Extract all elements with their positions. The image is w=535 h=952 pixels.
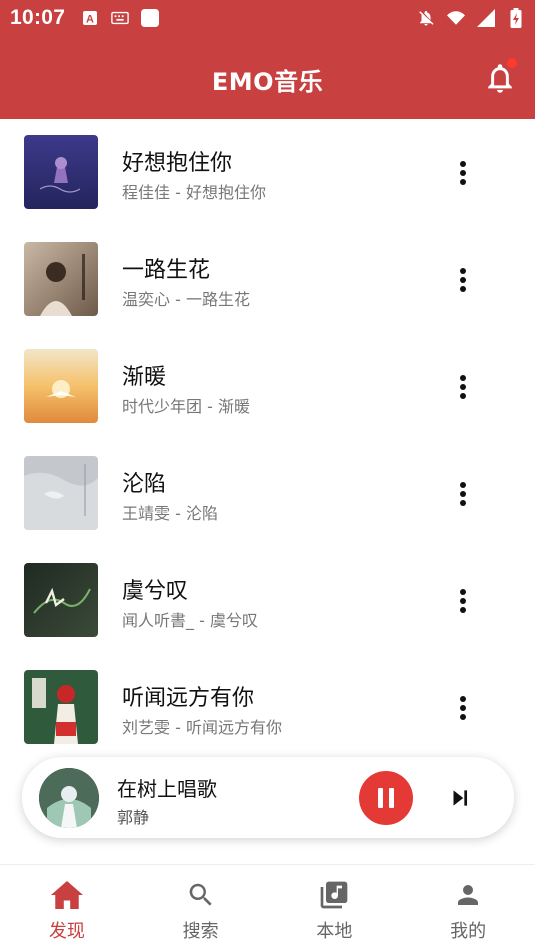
song-row[interactable]: 好想抱住你 程佳佳 - 好想抱住你	[0, 119, 535, 226]
search-icon	[185, 879, 217, 911]
keyboard-icon	[111, 9, 129, 27]
notification-badge	[507, 58, 517, 68]
nav-label: 本地	[316, 921, 353, 942]
skip-next-icon	[453, 790, 468, 806]
song-subtitle: 闻人听書_ - 虞兮叹	[122, 611, 258, 630]
more-options-button[interactable]	[449, 692, 477, 724]
nav-mine[interactable]: 我的	[401, 865, 535, 952]
now-playing-cover	[39, 768, 99, 828]
more-vert-icon	[460, 589, 466, 613]
nav-local[interactable]: 本地	[268, 865, 402, 952]
song-subtitle: 时代少年团 - 渐暖	[122, 397, 250, 416]
notifications-off-icon	[417, 9, 435, 27]
svg-text:A: A	[86, 14, 94, 26]
home-icon	[50, 879, 83, 911]
song-title: 虞兮叹	[122, 579, 189, 604]
more-options-button[interactable]	[449, 264, 477, 296]
song-subtitle: 程佳佳 - 好想抱住你	[122, 183, 266, 202]
more-options-button[interactable]	[449, 585, 477, 617]
nav-label: 搜索	[182, 921, 219, 942]
album-cover	[24, 670, 98, 744]
pause-button[interactable]	[359, 771, 413, 825]
song-row[interactable]: 听闻远方有你 刘艺雯 - 听闻远方有你	[0, 654, 535, 761]
mini-player[interactable]: 在树上唱歌 郭静	[22, 757, 514, 838]
album-cover	[24, 242, 98, 316]
status-time: 10:07	[10, 6, 66, 29]
more-options-button[interactable]	[449, 157, 477, 189]
more-options-button[interactable]	[449, 371, 477, 403]
song-title: 渐暖	[122, 365, 167, 390]
pause-icon	[378, 788, 394, 808]
song-list: 好想抱住你 程佳佳 - 好想抱住你 一路生花 温奕心 - 一路生花 渐暖 时代少…	[0, 119, 535, 761]
album-cover	[24, 349, 98, 423]
song-title: 一路生花	[122, 258, 211, 283]
nav-label: 我的	[450, 921, 487, 942]
song-subtitle: 刘艺雯 - 听闻远方有你	[122, 718, 282, 737]
wifi-icon	[447, 9, 465, 27]
nav-label: 发现	[48, 921, 85, 942]
song-subtitle: 王靖雯 - 沦陷	[122, 504, 218, 523]
more-vert-icon	[460, 161, 466, 185]
song-title: 听闻远方有你	[122, 686, 255, 711]
song-row[interactable]: 虞兮叹 闻人听書_ - 虞兮叹	[0, 547, 535, 654]
song-row[interactable]: 沦陷 王靖雯 - 沦陷	[0, 440, 535, 547]
song-title: 沦陷	[122, 472, 167, 497]
signal-icon	[477, 9, 495, 27]
music-library-icon	[318, 879, 350, 911]
notification-bell-button[interactable]	[485, 58, 517, 94]
app-bar: EMO音乐	[0, 36, 535, 119]
now-playing-title: 在树上唱歌	[117, 777, 217, 801]
album-cover	[24, 456, 98, 530]
nav-search[interactable]: 搜索	[134, 865, 268, 952]
skip-next-button[interactable]	[447, 785, 473, 811]
nav-discover[interactable]: 发现	[0, 865, 134, 952]
now-playing-artist: 郭静	[117, 808, 150, 827]
notification-square-icon	[141, 9, 160, 27]
keyboard-a-icon: A	[81, 9, 99, 27]
song-row[interactable]: 一路生花 温奕心 - 一路生花	[0, 226, 535, 333]
album-cover	[24, 563, 98, 637]
person-icon	[452, 879, 484, 911]
more-options-button[interactable]	[449, 478, 477, 510]
album-cover	[24, 135, 98, 209]
more-vert-icon	[460, 268, 466, 292]
song-subtitle: 温奕心 - 一路生花	[122, 290, 250, 309]
song-row[interactable]: 渐暖 时代少年团 - 渐暖	[0, 333, 535, 440]
battery-charging-icon	[507, 8, 525, 28]
more-vert-icon	[460, 375, 466, 399]
more-vert-icon	[460, 696, 466, 720]
status-bar: 10:07 A	[0, 0, 535, 36]
app-title: EMO音乐	[211, 68, 324, 96]
song-title: 好想抱住你	[122, 151, 233, 176]
more-vert-icon	[460, 482, 466, 506]
bottom-navigation: 发现 搜索 本地 我的	[0, 864, 535, 952]
